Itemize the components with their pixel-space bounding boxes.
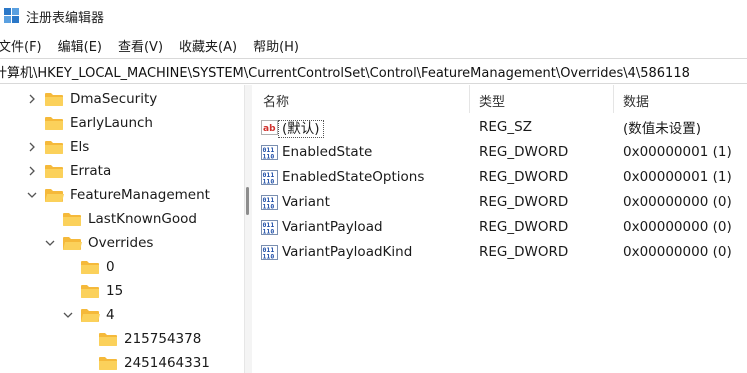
tree-item-15[interactable]: 15 [80,279,123,303]
value-type: REG_DWORD [479,219,569,235]
tree-item-4[interactable]: 4 [62,303,115,327]
tree-item-lastknowngood[interactable]: LastKnownGood [62,207,197,231]
tree-item-label: Els [70,139,90,155]
value-row-variantpayload[interactable]: 011 110 VariantPayload REG_DWORD 0x000000… [253,215,747,239]
folder-icon [98,331,118,347]
menu-favorites[interactable]: 收藏夹(A) [179,36,237,55]
value-name: EnabledState [282,144,373,160]
svg-text:110: 110 [263,227,275,235]
chevron-down-icon[interactable] [44,237,56,249]
folder-icon [44,163,64,179]
tree-item-label: 15 [106,283,124,299]
folder-icon [44,139,64,155]
folder-icon [62,211,82,227]
chevron-down-icon[interactable] [26,189,38,201]
chevron-down-icon[interactable] [62,309,74,321]
key-tree: DmaSecurity EarlyLaunch Els Errata Featu… [0,85,244,373]
svg-text:110: 110 [263,152,275,160]
chevron-right-icon[interactable] [26,165,38,177]
value-type: REG_DWORD [479,144,569,160]
column-divider[interactable] [469,85,470,113]
string-value-icon: ab [261,119,278,135]
tree-item-earlylaunch[interactable]: EarlyLaunch [44,111,153,135]
folder-icon [44,91,64,107]
regedit-app-icon [4,8,20,24]
title-bar: 注册表编辑器 [0,0,747,32]
binary-value-icon: 011 110 [261,219,278,235]
tree-scrollbar-thumb[interactable] [246,187,249,215]
value-name: Variant [282,194,330,210]
chevron-right-icon[interactable] [26,93,38,105]
tree-item-label: 0 [106,259,115,275]
folder-icon [80,283,100,299]
value-row-variant[interactable]: 011 110 Variant REG_DWORD 0x00000000 (0) [253,190,747,214]
value-type: REG_SZ [479,119,532,135]
binary-value-icon: 011 110 [261,244,278,260]
tree-item-label: DmaSecurity [70,91,158,107]
menu-bar: 文件(F) 编辑(E) 查看(V) 收藏夹(A) 帮助(H) [0,32,747,58]
value-row-default[interactable]: ab (默认) REG_SZ (数值未设置) [253,115,747,139]
value-row-enabledstate[interactable]: 011 110 EnabledState REG_DWORD 0x00000001… [253,140,747,164]
menu-edit[interactable]: 编辑(E) [58,36,102,55]
value-data: 0x00000001 (1) [623,169,732,185]
menu-file[interactable]: 文件(F) [0,36,42,55]
window-title: 注册表编辑器 [26,10,105,26]
menu-view[interactable]: 查看(V) [118,36,163,55]
value-type: REG_DWORD [479,244,569,260]
folder-icon [98,355,118,371]
pane-splitter[interactable] [244,85,252,373]
value-data: 0x00000001 (1) [623,144,732,160]
folder-open-icon [80,307,100,323]
value-data: 0x00000000 (0) [623,244,732,260]
value-name: VariantPayloadKind [282,244,413,260]
binary-value-icon: 011 110 [261,169,278,185]
chevron-right-icon[interactable] [26,141,38,153]
tree-item-label: FeatureManagement [70,187,210,203]
value-type: REG_DWORD [479,194,569,210]
tree-item-label: 4 [106,307,115,323]
tree-item-label: EarlyLaunch [70,115,153,131]
tree-item-label: Overrides [88,235,154,251]
value-name: VariantPayload [282,219,383,235]
value-type: REG_DWORD [479,169,569,185]
value-data: (数值未设置) [623,121,702,137]
column-header-name[interactable]: 名称 [263,91,289,110]
value-data: 0x00000000 (0) [623,194,732,210]
column-divider[interactable] [613,85,614,113]
values-list: 名称 类型 数据 ab (默认) REG_SZ (数值未设置) 011 110 E… [253,85,747,373]
tree-item-dmasecurity[interactable]: DmaSecurity [26,87,157,111]
value-data: 0x00000000 (0) [623,219,732,235]
tree-item-0[interactable]: 0 [80,255,115,279]
tree-item-2451464331[interactable]: 2451464331 [98,351,210,373]
value-name: EnabledStateOptions [282,169,425,185]
tree-item-featuremanagement[interactable]: FeatureManagement [26,183,210,207]
value-row-variantpayloadkind[interactable]: 011 110 VariantPayloadKind REG_DWORD 0x00… [253,240,747,264]
svg-text:110: 110 [263,177,275,185]
value-row-enabledstateoptions[interactable]: 011 110 EnabledStateOptions REG_DWORD 0x0… [253,165,747,189]
tree-item-overrides[interactable]: Overrides [44,231,153,255]
folder-icon [80,259,100,275]
folder-icon [44,115,64,131]
binary-value-icon: 011 110 [261,194,278,210]
tree-item-label: 2451464331 [124,355,210,371]
tree-item-215754378[interactable]: 215754378 [98,327,201,351]
tree-item-els[interactable]: Els [26,135,89,159]
column-header-data[interactable]: 数据 [623,91,649,110]
tree-item-label: LastKnownGood [88,211,197,227]
svg-text:110: 110 [263,202,275,210]
menu-help[interactable]: 帮助(H) [253,36,299,55]
tree-item-errata[interactable]: Errata [26,159,111,183]
svg-text:110: 110 [263,252,275,260]
binary-value-icon: 011 110 [261,144,278,160]
address-bar[interactable]: 计算机\HKEY_LOCAL_MACHINE\SYSTEM\CurrentCon… [0,58,747,84]
tree-item-label: 215754378 [124,331,202,347]
folder-open-icon [44,187,64,203]
address-path[interactable]: 计算机\HKEY_LOCAL_MACHINE\SYSTEM\CurrentCon… [0,62,690,81]
column-header-type[interactable]: 类型 [479,91,505,110]
value-name: (默认) [278,120,324,138]
folder-open-icon [62,235,82,251]
tree-item-label: Errata [70,163,112,179]
svg-text:ab: ab [263,124,276,134]
